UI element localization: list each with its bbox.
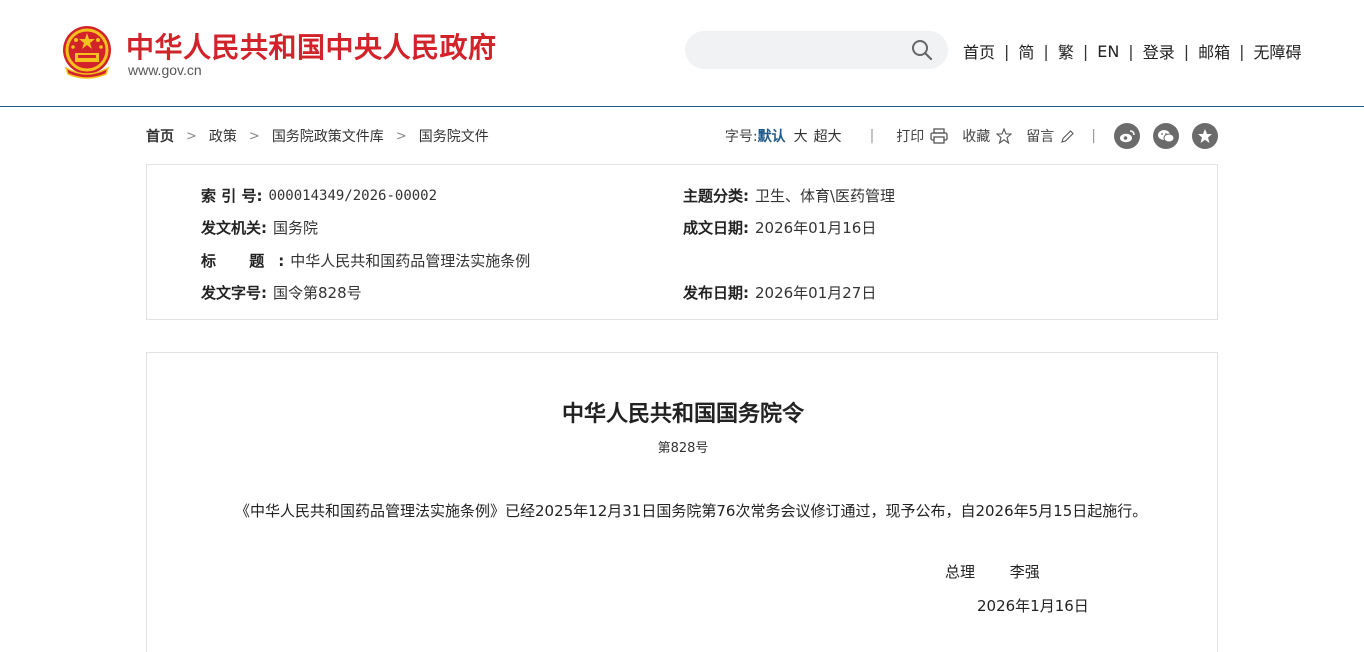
favorite-button[interactable]: 收藏 bbox=[962, 126, 1013, 146]
printer-icon bbox=[930, 128, 948, 144]
search-input[interactable] bbox=[685, 31, 948, 69]
nav-mail[interactable]: 邮箱 bbox=[1198, 39, 1230, 63]
meta-written-date: 成文日期: 2026年01月16日 bbox=[683, 217, 876, 238]
site-domain: www.gov.cn bbox=[128, 62, 202, 78]
meta-index-value: 000014349/2026-00002 bbox=[268, 187, 438, 204]
search-icon[interactable] bbox=[910, 38, 934, 62]
favorite-label: 收藏 bbox=[962, 129, 991, 145]
signature-date: 2026年1月16日 bbox=[977, 597, 1089, 615]
nav-login[interactable]: 登录 bbox=[1143, 39, 1175, 63]
meta-title-value: 中华人民共和国药品管理法实施条例 bbox=[290, 252, 531, 270]
meta-docno-label: 发文字号: bbox=[201, 284, 267, 302]
print-label: 打印 bbox=[896, 129, 925, 145]
meta-written-value: 2026年01月16日 bbox=[755, 219, 877, 237]
weibo-share-icon[interactable] bbox=[1114, 123, 1140, 149]
nav-separator: | bbox=[1082, 41, 1089, 61]
meta-issuer-label: 发文机关: bbox=[201, 219, 267, 237]
chevron-right-icon: > bbox=[186, 128, 197, 144]
comment-label: 留言 bbox=[1026, 129, 1055, 145]
meta-published-label: 发布日期: bbox=[683, 284, 749, 302]
meta-docno: 发文字号: 国令第828号 bbox=[201, 282, 362, 303]
font-size-large[interactable]: 大 bbox=[794, 126, 808, 146]
comment-button[interactable]: 留言 bbox=[1026, 126, 1075, 146]
nav-simplified[interactable]: 简 bbox=[1018, 39, 1034, 63]
site-title[interactable]: 中华人民共和国中央人民政府 bbox=[126, 26, 497, 66]
meta-category-value: 卫生、体育\医药管理 bbox=[755, 187, 896, 205]
font-size-xlarge[interactable]: 超大 bbox=[814, 126, 842, 146]
qzone-share-icon[interactable] bbox=[1192, 123, 1218, 149]
breadcrumb-policy[interactable]: 政策 bbox=[209, 126, 237, 146]
meta-title: 标 题: 中华人民共和国药品管理法实施条例 bbox=[201, 250, 530, 271]
breadcrumb-home[interactable]: 首页 bbox=[146, 126, 174, 146]
nav-traditional[interactable]: 繁 bbox=[1058, 39, 1074, 63]
top-nav: 首页 | 简 | 繁 | EN | 登录 | 邮箱 | 无障碍 bbox=[963, 39, 1302, 63]
signer-name: 李强 bbox=[1009, 563, 1040, 581]
nav-accessibility[interactable]: 无障碍 bbox=[1254, 39, 1302, 63]
breadcrumb-policy-library[interactable]: 国务院政策文件库 bbox=[272, 126, 384, 146]
font-size-label: 字号: bbox=[724, 129, 758, 145]
meta-docno-value: 国令第828号 bbox=[273, 284, 362, 302]
print-button[interactable]: 打印 bbox=[896, 126, 948, 146]
chevron-right-icon: > bbox=[395, 128, 407, 144]
meta-issuer-value: 国务院 bbox=[273, 219, 319, 237]
meta-issuer: 发文机关: 国务院 bbox=[201, 217, 318, 238]
nav-separator: | bbox=[1128, 41, 1134, 61]
breadcrumb-state-council-docs[interactable]: 国务院文件 bbox=[419, 126, 489, 146]
meta-published-date: 发布日期: 2026年01月27日 bbox=[683, 282, 876, 303]
signer-title: 总理 bbox=[945, 563, 976, 581]
star-icon bbox=[996, 128, 1013, 144]
document-content: 中华人民共和国国务院令 第828号 《中华人民共和国药品管理法实施条例》已经20… bbox=[146, 352, 1218, 652]
meta-category: 主题分类: 卫生、体育\医药管理 bbox=[683, 185, 895, 206]
meta-index-label: 索 引 号: bbox=[201, 187, 263, 205]
document-body: 《中华人民共和国药品管理法实施条例》已经2025年12月31日国务院第76次常务… bbox=[235, 502, 1148, 520]
nav-separator: | bbox=[1239, 41, 1245, 61]
font-size-default[interactable]: 默认 bbox=[758, 126, 786, 146]
nav-english[interactable]: EN bbox=[1097, 42, 1119, 61]
meta-category-label: 主题分类: bbox=[683, 187, 749, 205]
document-number: 第828号 bbox=[657, 441, 709, 456]
meta-published-value: 2026年01月27日 bbox=[755, 284, 877, 302]
pencil-icon bbox=[1061, 129, 1075, 143]
tools-divider: | bbox=[1091, 128, 1096, 144]
chevron-right-icon: > bbox=[248, 128, 260, 144]
nav-separator: | bbox=[1183, 41, 1190, 61]
document-metadata: 索 引 号: 000014349/2026-00002 主题分类: 卫生、体育\… bbox=[146, 164, 1218, 320]
nav-separator: | bbox=[1043, 41, 1049, 61]
national-emblem-icon[interactable] bbox=[60, 24, 114, 80]
meta-index: 索 引 号: 000014349/2026-00002 bbox=[201, 185, 437, 206]
breadcrumb: 首页 > 政策 > 国务院政策文件库 > 国务院文件 bbox=[146, 126, 489, 146]
tools-divider: | bbox=[869, 128, 875, 144]
document-title: 中华人民共和国国务院令 bbox=[561, 401, 804, 427]
nav-separator: | bbox=[1004, 41, 1010, 61]
breadcrumb-bar: 首页 > 政策 > 国务院政策文件库 > 国务院文件 字号: 默认 大 超大 |… bbox=[146, 122, 1218, 150]
meta-title-label: 标 题: bbox=[201, 252, 299, 270]
signature: 总理 李强 bbox=[945, 561, 1040, 582]
article-tools: 字号: 默认 大 超大 | 打印 收藏 留言 | bbox=[725, 122, 1218, 150]
nav-home[interactable]: 首页 bbox=[963, 39, 995, 63]
meta-written-label: 成文日期: bbox=[683, 219, 749, 237]
wechat-share-icon[interactable] bbox=[1153, 123, 1179, 149]
site-header: 中华人民共和国中央人民政府 www.gov.cn 首页 | 简 | 繁 | EN… bbox=[0, 0, 1364, 107]
share-icons bbox=[1114, 123, 1218, 149]
